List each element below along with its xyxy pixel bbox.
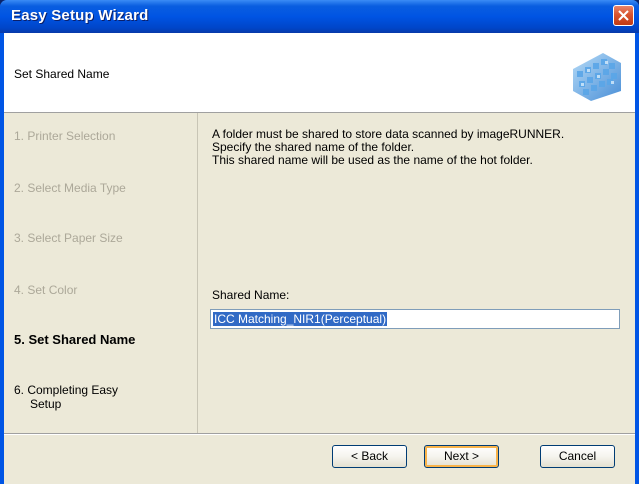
wizard-window: Easy Setup Wizard Set Shared Name 1. Pri… — [0, 0, 639, 484]
wizard-client-area: Set Shared Name 1. Printer Selection 2. … — [4, 33, 635, 484]
step-completing-easy-setup: 6. Completing Easy Setup — [14, 383, 118, 411]
main-content: A folder must be shared to store data sc… — [198, 113, 635, 433]
step-select-paper-size: 3. Select Paper Size — [14, 231, 123, 245]
step-printer-selection: 1. Printer Selection — [14, 129, 116, 143]
wizard-logo-icon — [573, 53, 621, 101]
step-set-color: 4. Set Color — [14, 283, 78, 297]
close-icon — [618, 10, 629, 21]
step-completing-line2: Setup — [30, 397, 62, 411]
title-bar[interactable]: Easy Setup Wizard — [0, 0, 639, 33]
back-button[interactable]: < Back — [332, 445, 407, 468]
shared-name-label: Shared Name: — [212, 288, 290, 302]
bottom-divider — [4, 433, 635, 435]
shared-name-value: ICC Matching_NIR1(Perceptual) — [213, 312, 388, 326]
step-select-media-type: 2. Select Media Type — [14, 181, 126, 195]
page-title: Set Shared Name — [14, 67, 110, 81]
next-button[interactable]: Next > — [424, 445, 499, 468]
wizard-header: Set Shared Name — [4, 33, 635, 113]
step-set-shared-name: 5. Set Shared Name — [14, 332, 136, 347]
step-completing-line1: 6. Completing Easy — [14, 383, 119, 397]
window-title: Easy Setup Wizard — [11, 7, 149, 24]
description-line-3: This shared name will be used as the nam… — [212, 153, 533, 167]
cancel-button[interactable]: Cancel — [540, 445, 615, 468]
description-text: A folder must be shared to store data sc… — [212, 128, 627, 167]
close-button[interactable] — [613, 5, 634, 26]
shared-name-input[interactable]: ICC Matching_NIR1(Perceptual) — [210, 309, 620, 329]
steps-panel: 1. Printer Selection 2. Select Media Typ… — [4, 113, 198, 433]
